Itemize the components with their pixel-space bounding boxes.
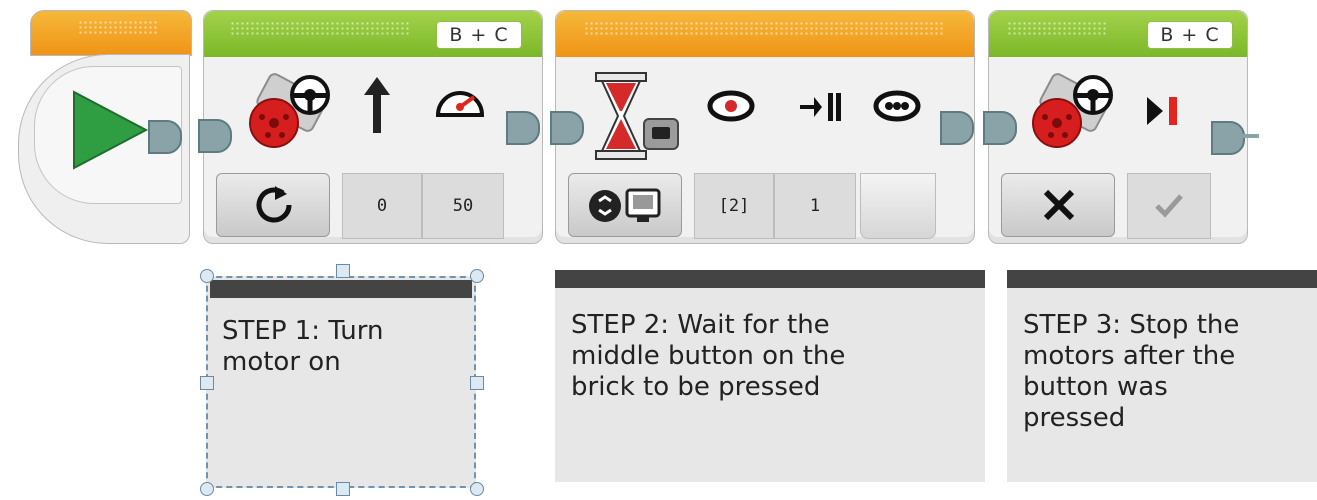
brick-buttons-mode-icon bbox=[589, 188, 661, 222]
resize-handle[interactable] bbox=[336, 264, 350, 278]
brick-buttons-icon bbox=[873, 90, 921, 122]
start-output-plug bbox=[148, 120, 182, 154]
resize-handle[interactable] bbox=[470, 376, 484, 390]
input-plug bbox=[550, 111, 584, 145]
move-tank-on-block[interactable]: B + C 0 50 bbox=[198, 10, 543, 244]
comment-text: STEP 2: Wait for the middle button on th… bbox=[571, 310, 846, 402]
steering-wheel-icon bbox=[1073, 75, 1113, 115]
start-block[interactable] bbox=[18, 10, 192, 244]
resize-handle[interactable] bbox=[336, 482, 350, 496]
check-icon bbox=[1155, 194, 1183, 218]
wait-block[interactable]: [2] 1 bbox=[550, 10, 975, 244]
resize-handle[interactable] bbox=[200, 269, 214, 283]
brake-toggle[interactable] bbox=[1127, 173, 1211, 239]
mode-selector-button[interactable] bbox=[1001, 173, 1115, 237]
mode-selector-button[interactable] bbox=[568, 173, 682, 237]
steering-value[interactable]: 0 bbox=[342, 173, 422, 239]
comment-text: STEP 1: Turn motor on bbox=[222, 316, 384, 377]
close-icon bbox=[1043, 189, 1075, 221]
output-plug bbox=[1211, 121, 1245, 155]
start-play-icon[interactable] bbox=[70, 90, 152, 172]
input-plug bbox=[983, 111, 1017, 145]
port-selector[interactable]: B + C bbox=[436, 21, 522, 49]
comment-text: STEP 3: Stop the motors after the button… bbox=[1023, 310, 1240, 433]
power-value[interactable]: 50 bbox=[422, 173, 504, 239]
resize-handle[interactable] bbox=[200, 376, 214, 390]
output-value-tab bbox=[860, 173, 936, 239]
direction-arrow-icon bbox=[364, 77, 390, 133]
mode-selector-button[interactable] bbox=[216, 173, 330, 237]
move-tank-off-block[interactable]: B + C bbox=[983, 10, 1259, 244]
output-plug bbox=[506, 111, 540, 145]
power-gauge-icon bbox=[435, 91, 485, 117]
comment-step-2[interactable]: STEP 2: Wait for the middle button on th… bbox=[555, 270, 985, 482]
state-value[interactable]: 1 bbox=[774, 173, 856, 239]
compare-icon bbox=[707, 90, 755, 122]
steering-wheel-icon bbox=[290, 75, 330, 115]
stop-play-icon bbox=[1147, 97, 1177, 125]
input-plug bbox=[198, 119, 232, 153]
rotate-icon bbox=[256, 186, 292, 223]
resize-handle[interactable] bbox=[470, 269, 484, 283]
brick-button-icon bbox=[643, 118, 679, 150]
resize-handle[interactable] bbox=[470, 482, 484, 496]
comment-step-3[interactable]: STEP 3: Stop the motors after the button… bbox=[1007, 270, 1317, 482]
resize-handle[interactable] bbox=[200, 482, 214, 496]
output-plug bbox=[940, 111, 974, 145]
port-selector[interactable]: B + C bbox=[1147, 21, 1233, 49]
comment-step-1[interactable]: STEP 1: Turn motor on bbox=[206, 276, 476, 488]
state-button-icon bbox=[800, 93, 841, 121]
button-id-value[interactable]: [2] bbox=[694, 173, 774, 239]
